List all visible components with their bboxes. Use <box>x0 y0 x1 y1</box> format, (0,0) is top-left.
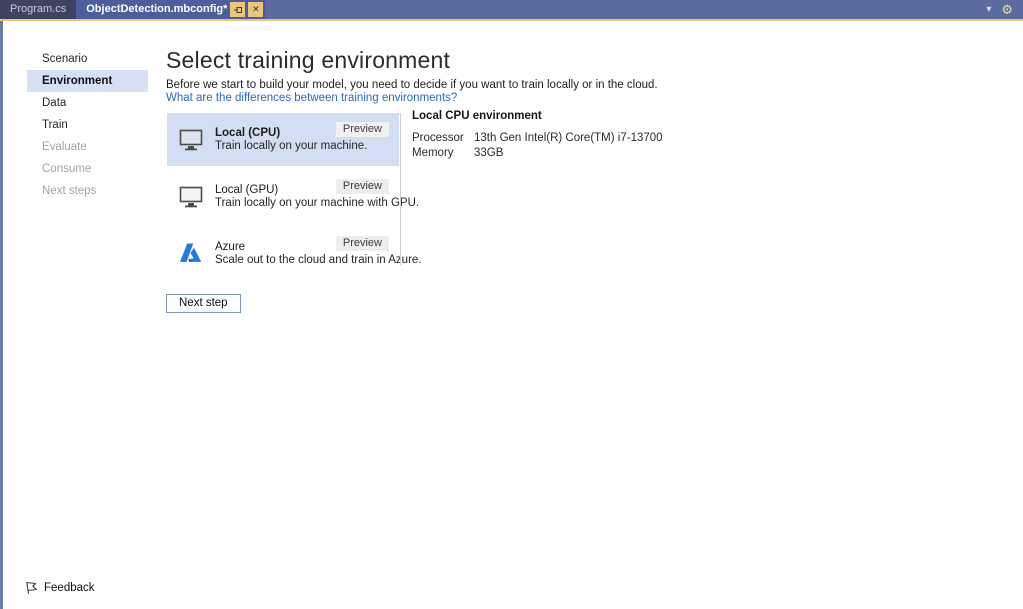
tab-objectdetection-mbconfig[interactable]: ObjectDetection.mbconfig* ✕ <box>76 0 265 19</box>
preview-badge: Preview <box>336 122 389 137</box>
wizard-step-sidebar: Scenario Environment Data Train Evaluate… <box>27 48 148 202</box>
details-label: Processor <box>412 131 474 146</box>
card-text: Azure Scale out to the cloud and train i… <box>215 241 422 266</box>
azure-icon <box>179 243 205 264</box>
sidebar-item-evaluate: Evaluate <box>27 136 148 158</box>
feedback-button[interactable]: Feedback <box>24 581 95 595</box>
tab-label: ObjectDetection.mbconfig* <box>86 0 227 19</box>
details-value: 33GB <box>474 146 503 161</box>
sidebar-item-environment[interactable]: Environment <box>27 70 148 92</box>
card-description: Scale out to the cloud and train in Azur… <box>215 254 422 266</box>
tabbar-empty-space <box>265 0 986 19</box>
tabbar-accent-underline <box>0 19 1023 21</box>
details-row-processor: Processor 13th Gen Intel(R) Core(TM) i7-… <box>412 131 663 146</box>
document-tab-bar: Program.cs ObjectDetection.mbconfig* ✕ ▾… <box>0 0 1023 19</box>
details-row-memory: Memory 33GB <box>412 146 663 161</box>
environment-differences-link[interactable]: What are the differences between trainin… <box>166 92 457 104</box>
page-description: Before we start to build your model, you… <box>166 79 658 91</box>
environment-card-local-cpu[interactable]: Local (CPU) Train locally on your machin… <box>167 113 399 166</box>
card-title: Azure <box>215 241 422 253</box>
pin-icon[interactable] <box>230 2 245 17</box>
sidebar-item-next-steps: Next steps <box>27 180 148 202</box>
sidebar-item-train[interactable]: Train <box>27 114 148 136</box>
window-left-edge <box>0 21 3 609</box>
page-title: Select training environment <box>166 47 450 74</box>
environment-card-azure[interactable]: Azure Scale out to the cloud and train i… <box>167 227 399 280</box>
environment-details-panel: Local CPU environment Processor 13th Gen… <box>412 110 663 161</box>
gear-icon[interactable]: ⚙ <box>1001 0 1013 19</box>
monitor-icon <box>179 186 205 208</box>
close-icon[interactable]: ✕ <box>248 2 263 17</box>
chevron-down-icon[interactable]: ▾ <box>986 0 991 19</box>
sidebar-item-data[interactable]: Data <box>27 92 148 114</box>
details-label: Memory <box>412 146 474 161</box>
card-description: Train locally on your machine. <box>215 140 367 152</box>
sidebar-item-scenario[interactable]: Scenario <box>27 48 148 70</box>
pin-icon <box>233 5 243 15</box>
preview-badge: Preview <box>336 236 389 251</box>
card-description: Train locally on your machine with GPU. <box>215 197 419 209</box>
environment-card-local-gpu[interactable]: Local (GPU) Train locally on your machin… <box>167 170 399 223</box>
details-divider <box>400 113 401 265</box>
next-step-button[interactable]: Next step <box>166 294 241 313</box>
sidebar-item-consume: Consume <box>27 158 148 180</box>
feedback-flag-icon <box>24 581 38 595</box>
environment-card-list: Local (CPU) Train locally on your machin… <box>167 113 399 284</box>
monitor-icon <box>179 129 205 151</box>
preview-badge: Preview <box>336 179 389 194</box>
details-value: 13th Gen Intel(R) Core(TM) i7-13700 <box>474 131 663 146</box>
tab-program-cs[interactable]: Program.cs <box>0 0 76 19</box>
feedback-label: Feedback <box>44 582 95 594</box>
details-title: Local CPU environment <box>412 110 663 122</box>
